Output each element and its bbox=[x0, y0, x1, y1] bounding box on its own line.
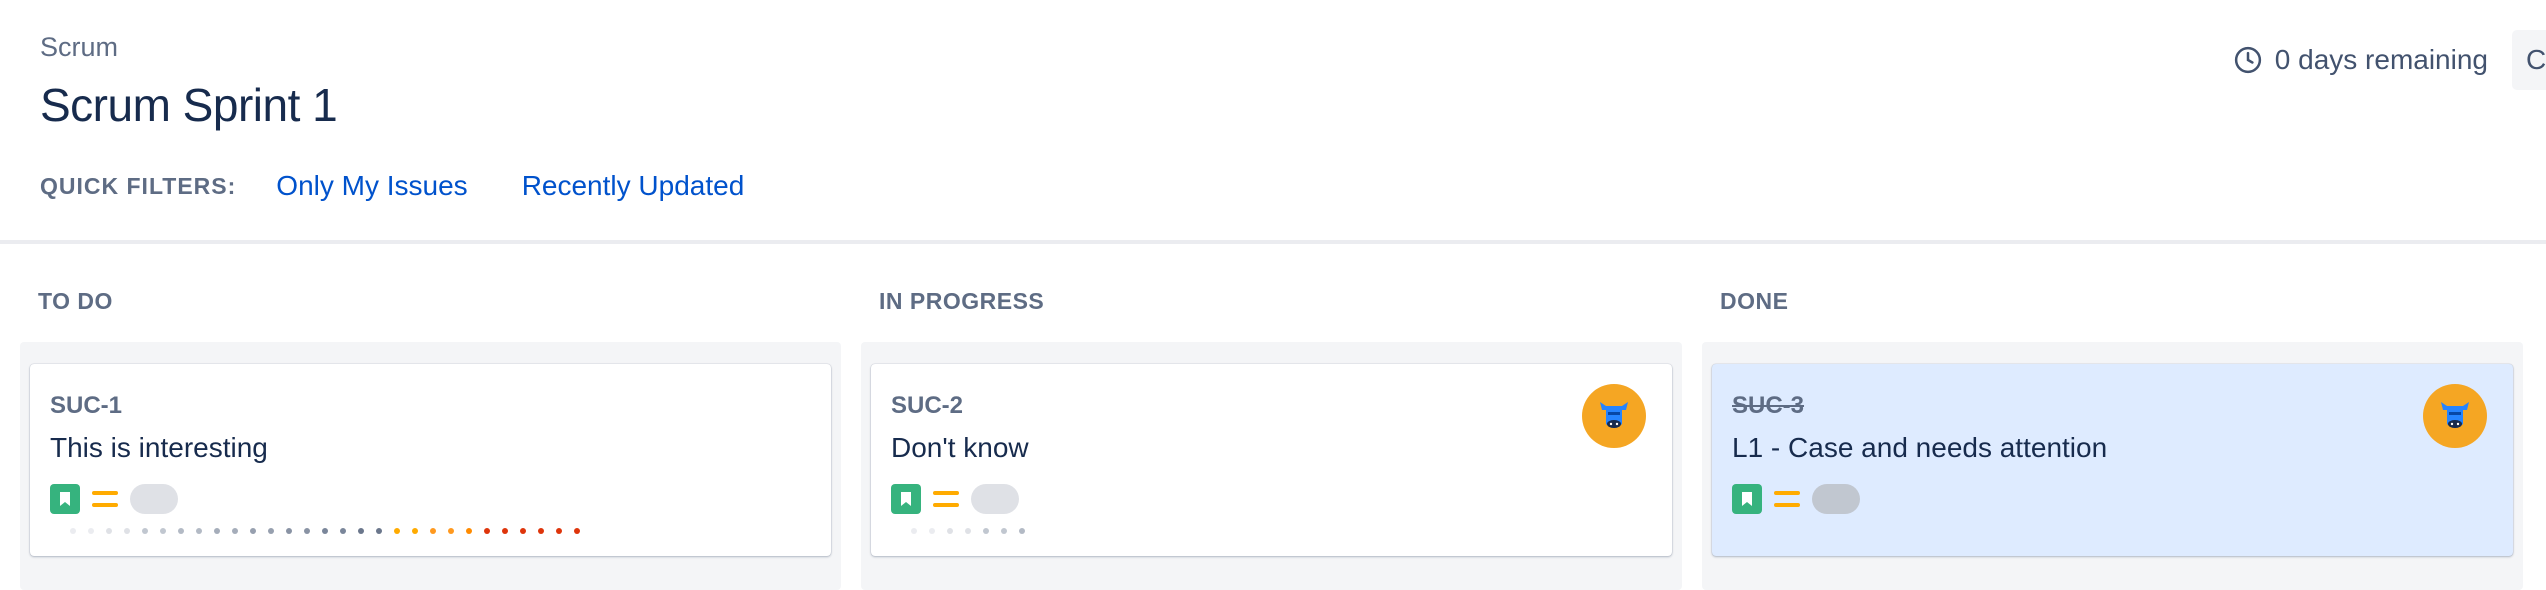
sprint-title: Scrum Sprint 1 bbox=[40, 79, 338, 131]
day-dot bbox=[232, 528, 238, 534]
issue-card-suc-1[interactable]: SUC-1 This is interesting bbox=[30, 364, 831, 556]
day-dot bbox=[178, 528, 184, 534]
day-dot bbox=[358, 528, 364, 534]
filter-recently-updated[interactable]: Recently Updated bbox=[522, 170, 745, 202]
day-dot bbox=[376, 528, 382, 534]
day-dot bbox=[142, 528, 148, 534]
day-dot bbox=[448, 528, 454, 534]
day-dot bbox=[214, 528, 220, 534]
story-icon bbox=[50, 484, 80, 514]
day-dot bbox=[412, 528, 418, 534]
medium-priority-icon bbox=[1774, 489, 1800, 509]
medium-priority-icon bbox=[933, 489, 959, 509]
column-header-in-progress: IN PROGRESS bbox=[879, 288, 1045, 314]
avatar-icon bbox=[2441, 402, 2469, 428]
issue-card-suc-3[interactable]: SUC-3 L1 - Case and needs attention bbox=[1712, 364, 2513, 556]
day-dot bbox=[340, 528, 346, 534]
quick-filters-label: QUICK FILTERS: bbox=[40, 172, 237, 199]
estimate-badge bbox=[1812, 484, 1860, 514]
day-dot bbox=[502, 528, 508, 534]
estimate-badge bbox=[971, 484, 1019, 514]
day-dot bbox=[911, 528, 917, 534]
days-in-column bbox=[70, 528, 580, 534]
quick-filters: QUICK FILTERS: Only My Issues Recently U… bbox=[40, 170, 798, 202]
issue-card-suc-2[interactable]: SUC-2 Don't know bbox=[871, 364, 1672, 556]
day-dot bbox=[70, 528, 76, 534]
day-dot bbox=[430, 528, 436, 534]
issue-key[interactable]: SUC-2 bbox=[891, 392, 963, 420]
column-todo: SUC-1 This is interesting bbox=[20, 342, 841, 590]
day-dot bbox=[574, 528, 580, 534]
day-dot bbox=[106, 528, 112, 534]
card-footer bbox=[891, 484, 1019, 514]
day-dot bbox=[484, 528, 490, 534]
day-dot bbox=[538, 528, 544, 534]
day-dot bbox=[394, 528, 400, 534]
day-dot bbox=[196, 528, 202, 534]
day-dot bbox=[322, 528, 328, 534]
day-dot bbox=[250, 528, 256, 534]
issue-summary: L1 - Case and needs attention bbox=[1732, 432, 2108, 463]
assignee-avatar[interactable] bbox=[1582, 384, 1646, 448]
column-header-todo: TO DO bbox=[38, 288, 113, 314]
day-dot bbox=[1001, 528, 1007, 534]
issue-summary: Don't know bbox=[891, 432, 1029, 463]
story-icon bbox=[891, 484, 921, 514]
days-in-column bbox=[911, 528, 1025, 534]
column-in-progress: SUC-2 Don't know bbox=[861, 342, 1682, 590]
card-footer bbox=[1732, 484, 1860, 514]
day-dot bbox=[88, 528, 94, 534]
header-divider bbox=[0, 240, 2546, 244]
day-dot bbox=[1019, 528, 1025, 534]
day-dot bbox=[304, 528, 310, 534]
assignee-avatar[interactable] bbox=[2423, 384, 2487, 448]
day-dot bbox=[520, 528, 526, 534]
column-done: SUC-3 L1 - Case and needs attention bbox=[1702, 342, 2523, 590]
filter-only-my-issues[interactable]: Only My Issues bbox=[276, 170, 467, 202]
issue-summary: This is interesting bbox=[50, 432, 268, 463]
medium-priority-icon bbox=[92, 489, 118, 509]
avatar-icon bbox=[1600, 402, 1628, 428]
days-remaining-text: 0 days remaining bbox=[2274, 44, 2488, 75]
day-dot bbox=[556, 528, 562, 534]
column-header-done: DONE bbox=[1720, 288, 1789, 314]
day-dot bbox=[983, 528, 989, 534]
day-dot bbox=[124, 528, 130, 534]
story-icon bbox=[1732, 484, 1762, 514]
day-dot bbox=[929, 528, 935, 534]
sprint-remaining: 0 days remaining bbox=[2233, 44, 2488, 76]
card-footer bbox=[50, 484, 178, 514]
project-name[interactable]: Scrum bbox=[40, 32, 118, 63]
estimate-badge bbox=[130, 484, 178, 514]
day-dot bbox=[286, 528, 292, 534]
complete-sprint-button[interactable]: Complete sprint bbox=[2512, 30, 2546, 90]
clock-icon bbox=[2234, 46, 2261, 74]
issue-key[interactable]: SUC-3 bbox=[1732, 392, 1804, 420]
issue-key[interactable]: SUC-1 bbox=[50, 392, 122, 420]
day-dot bbox=[965, 528, 971, 534]
day-dot bbox=[160, 528, 166, 534]
day-dot bbox=[466, 528, 472, 534]
day-dot bbox=[947, 528, 953, 534]
day-dot bbox=[268, 528, 274, 534]
